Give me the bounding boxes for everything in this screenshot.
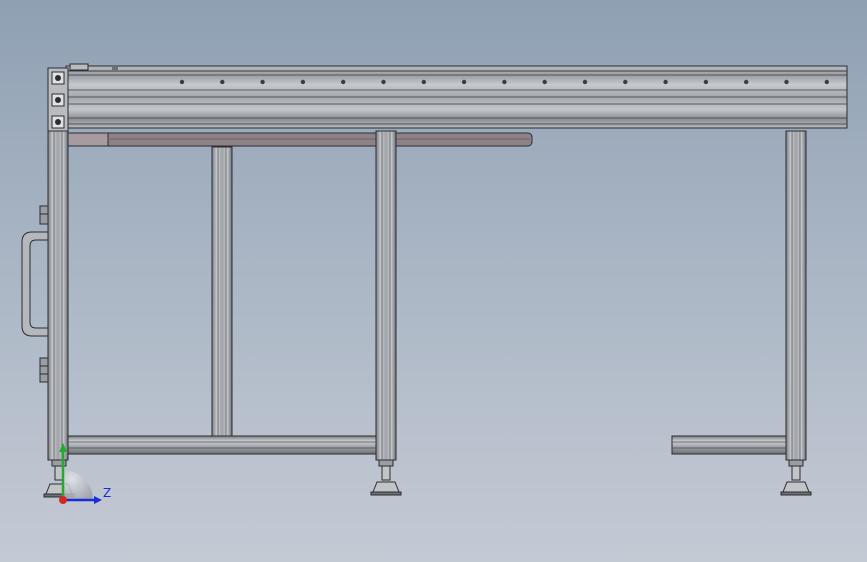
- belt-return-section: [67, 132, 533, 147]
- 3d-model-viewport[interactable]: Z: [0, 0, 867, 562]
- side-handle-bracket[interactable]: [21, 205, 49, 383]
- bolt-hole: [461, 79, 467, 85]
- frame-drawing: [21, 63, 848, 504]
- bottom-crossbar-left[interactable]: [67, 435, 377, 455]
- bolt-hole: [703, 79, 709, 85]
- bolt-hole: [744, 79, 749, 85]
- leveling-foot-middle[interactable]: [370, 459, 402, 496]
- inner-upright-profile[interactable]: [211, 146, 233, 437]
- bolt-hole: [179, 79, 185, 85]
- bolt-hole: [784, 79, 789, 85]
- bolt-hole: [663, 79, 668, 85]
- left-upright-profile[interactable]: [47, 130, 69, 461]
- bolt-hole: [542, 79, 547, 85]
- leveling-foot-right[interactable]: [780, 459, 812, 496]
- top-conveyor-beam[interactable]: [65, 65, 848, 129]
- bolt-hole: [260, 79, 265, 85]
- middle-leg-profile[interactable]: [375, 130, 397, 461]
- bolt-hole: [582, 79, 588, 85]
- z-axis-label: Z: [103, 486, 112, 500]
- bolt-hole: [824, 79, 829, 85]
- right-leg-profile[interactable]: [785, 130, 807, 461]
- bottom-crossbar-right[interactable]: [671, 435, 787, 455]
- bolt-hole: [220, 79, 225, 85]
- bolt-hole: [421, 79, 426, 85]
- bolt-hole: [623, 79, 628, 85]
- bolt-hole: [381, 79, 386, 85]
- bolt-hole: [502, 79, 507, 85]
- bolt-hole: [341, 79, 346, 85]
- bolt-hole: [300, 79, 306, 85]
